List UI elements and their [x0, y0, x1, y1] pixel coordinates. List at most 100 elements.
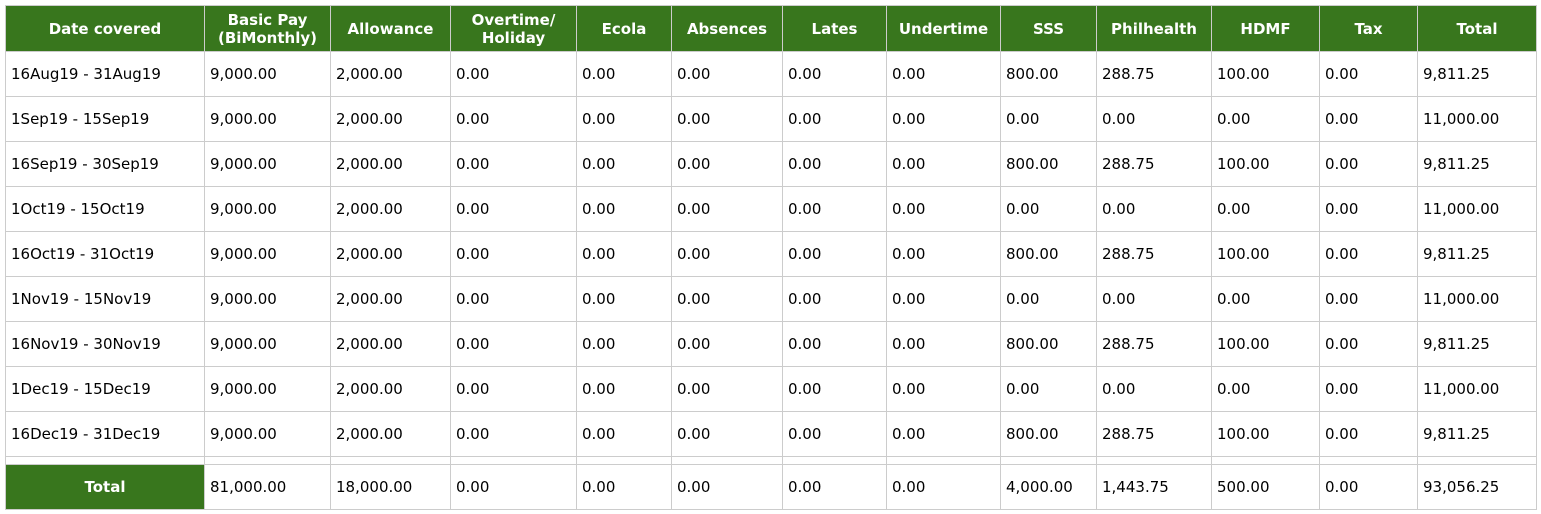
cell-sss: 800.00	[1000, 141, 1097, 187]
cell-hdmf: 100.00	[1211, 51, 1320, 97]
cell-philhealth: 0.00	[1096, 276, 1212, 322]
cell-total: 11,000.00	[1417, 96, 1537, 142]
cell-allowance: 2,000.00	[330, 276, 451, 322]
cell-date-covered: 1Oct19 - 15Oct19	[5, 186, 205, 232]
cell-total: 9,811.25	[1417, 231, 1537, 277]
cell-allowance: 2,000.00	[330, 51, 451, 97]
column-header-philhealth: Philhealth	[1096, 5, 1212, 52]
cell-sss: 800.00	[1000, 411, 1097, 457]
cell-total: 11,000.00	[1417, 366, 1537, 412]
cell-ecola: 0.00	[576, 411, 672, 457]
cell-overtime-holiday: 0.00	[450, 411, 577, 457]
cell-hdmf: 100.00	[1211, 321, 1320, 367]
cell-tax: 0.00	[1319, 51, 1418, 97]
cell-allowance: 2,000.00	[330, 411, 451, 457]
cell-absences: 0.00	[671, 51, 783, 97]
spacer-cell	[1319, 456, 1418, 465]
total-overtime-holiday: 0.00	[450, 464, 577, 510]
cell-lates: 0.00	[782, 231, 887, 277]
cell-absences: 0.00	[671, 141, 783, 187]
total-undertime: 0.00	[886, 464, 1001, 510]
header-row: Date covered Basic Pay (BiMonthly) Allowan…	[5, 5, 1537, 52]
cell-tax: 0.00	[1319, 231, 1418, 277]
cell-date-covered: 16Oct19 - 31Oct19	[5, 231, 205, 277]
cell-basic-pay: 9,000.00	[204, 51, 331, 97]
total-label: Total	[5, 464, 205, 510]
spacer-cell	[1000, 456, 1097, 465]
table-body: 16Aug19 - 31Aug19 9,000.00 2,000.00 0.00 0.0…	[5, 51, 1537, 510]
cell-ecola: 0.00	[576, 186, 672, 232]
cell-tax: 0.00	[1319, 141, 1418, 187]
cell-overtime-holiday: 0.00	[450, 51, 577, 97]
spacer-cell	[1096, 456, 1212, 465]
table-row: 16Dec19 - 31Dec19 9,000.00 2,000.00 0.00 0.0…	[5, 411, 1537, 457]
cell-overtime-holiday: 0.00	[450, 186, 577, 232]
cell-total: 11,000.00	[1417, 186, 1537, 232]
cell-date-covered: 16Sep19 - 30Sep19	[5, 141, 205, 187]
cell-allowance: 2,000.00	[330, 141, 451, 187]
cell-allowance: 2,000.00	[330, 321, 451, 367]
cell-date-covered: 1Sep19 - 15Sep19	[5, 96, 205, 142]
cell-overtime-holiday: 0.00	[450, 231, 577, 277]
total-total: 93,056.25	[1417, 464, 1537, 510]
total-absences: 0.00	[671, 464, 783, 510]
cell-lates: 0.00	[782, 141, 887, 187]
cell-sss: 800.00	[1000, 321, 1097, 367]
column-header-overtime-holiday: Overtime/ Holiday	[450, 5, 577, 52]
cell-lates: 0.00	[782, 51, 887, 97]
cell-allowance: 2,000.00	[330, 96, 451, 142]
cell-hdmf: 0.00	[1211, 96, 1320, 142]
cell-hdmf: 0.00	[1211, 366, 1320, 412]
cell-absences: 0.00	[671, 186, 783, 232]
total-philhealth: 1,443.75	[1096, 464, 1212, 510]
spacer-cell	[450, 456, 577, 465]
cell-date-covered: 1Nov19 - 15Nov19	[5, 276, 205, 322]
cell-philhealth: 0.00	[1096, 186, 1212, 232]
cell-basic-pay: 9,000.00	[204, 276, 331, 322]
table-row: 16Nov19 - 30Nov19 9,000.00 2,000.00 0.00 0.0…	[5, 321, 1537, 367]
table-row: 16Aug19 - 31Aug19 9,000.00 2,000.00 0.00 0.0…	[5, 51, 1537, 97]
cell-hdmf: 0.00	[1211, 276, 1320, 322]
column-header-absences: Absences	[671, 5, 783, 52]
column-header-ecola: Ecola	[576, 5, 672, 52]
column-header-undertime: Undertime	[886, 5, 1001, 52]
cell-tax: 0.00	[1319, 186, 1418, 232]
cell-basic-pay: 9,000.00	[204, 321, 331, 367]
cell-ecola: 0.00	[576, 276, 672, 322]
cell-allowance: 2,000.00	[330, 366, 451, 412]
cell-ecola: 0.00	[576, 141, 672, 187]
cell-philhealth: 288.75	[1096, 231, 1212, 277]
cell-tax: 0.00	[1319, 366, 1418, 412]
cell-total: 9,811.25	[1417, 51, 1537, 97]
cell-hdmf: 0.00	[1211, 186, 1320, 232]
column-header-date-covered: Date covered	[5, 5, 205, 52]
cell-tax: 0.00	[1319, 411, 1418, 457]
cell-philhealth: 288.75	[1096, 321, 1212, 367]
spacer-cell	[886, 456, 1001, 465]
spacer-cell	[330, 456, 451, 465]
cell-philhealth: 288.75	[1096, 51, 1212, 97]
cell-lates: 0.00	[782, 321, 887, 367]
cell-date-covered: 1Dec19 - 15Dec19	[5, 366, 205, 412]
cell-total: 9,811.25	[1417, 141, 1537, 187]
cell-basic-pay: 9,000.00	[204, 366, 331, 412]
total-row: Total 81,000.00 18,000.00 0.00 0.00 0.00 0.00 0…	[5, 464, 1537, 510]
cell-basic-pay: 9,000.00	[204, 141, 331, 187]
cell-philhealth: 0.00	[1096, 96, 1212, 142]
cell-undertime: 0.00	[886, 276, 1001, 322]
spacer-cell	[1211, 456, 1320, 465]
table-row: 1Nov19 - 15Nov19 9,000.00 2,000.00 0.00 0.00…	[5, 276, 1537, 322]
total-basic-pay: 81,000.00	[204, 464, 331, 510]
cell-lates: 0.00	[782, 186, 887, 232]
spacer-row	[5, 456, 1537, 465]
cell-tax: 0.00	[1319, 276, 1418, 322]
table-row: 1Dec19 - 15Dec19 9,000.00 2,000.00 0.00 0.00…	[5, 366, 1537, 412]
cell-sss: 0.00	[1000, 276, 1097, 322]
table-row: 16Sep19 - 30Sep19 9,000.00 2,000.00 0.00 0.0…	[5, 141, 1537, 187]
cell-overtime-holiday: 0.00	[450, 276, 577, 322]
cell-hdmf: 100.00	[1211, 141, 1320, 187]
cell-absences: 0.00	[671, 96, 783, 142]
cell-allowance: 2,000.00	[330, 231, 451, 277]
cell-philhealth: 288.75	[1096, 141, 1212, 187]
cell-sss: 0.00	[1000, 366, 1097, 412]
